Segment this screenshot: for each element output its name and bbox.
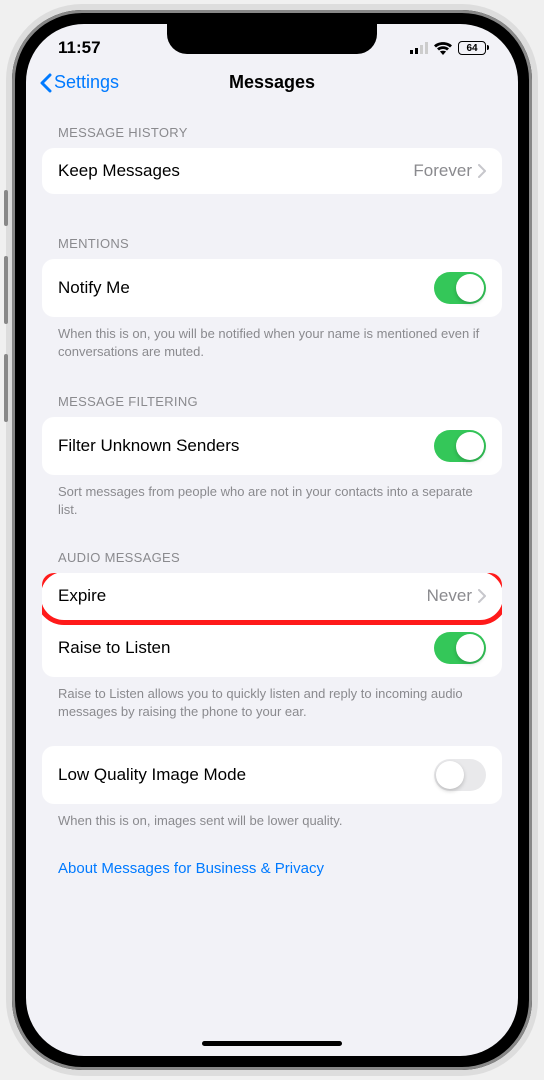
section-header-message-filtering: MESSAGE FILTERING <box>42 364 502 417</box>
settings-content[interactable]: MESSAGE HISTORY Keep Messages Forever ME… <box>26 105 518 905</box>
row-notify-me[interactable]: Notify Me <box>42 259 502 317</box>
group-audio-messages: Expire Never Raise to Listen <box>42 573 502 677</box>
back-button[interactable]: Settings <box>40 72 119 93</box>
row-raise-to-listen[interactable]: Raise to Listen <box>42 619 502 677</box>
about-link[interactable]: About Messages for Business & Privacy <box>42 834 502 885</box>
group-message-history: Keep Messages Forever <box>42 148 502 194</box>
home-indicator[interactable] <box>202 1041 342 1046</box>
low-quality-toggle[interactable] <box>434 759 486 791</box>
notify-me-label: Notify Me <box>58 278 130 298</box>
nav-bar: Settings Messages <box>26 62 518 105</box>
low-quality-footer: When this is on, images sent will be low… <box>42 804 502 834</box>
battery-icon: 64 <box>458 41 486 55</box>
group-message-filtering: Filter Unknown Senders <box>42 417 502 475</box>
audio-messages-footer: Raise to Listen allows you to quickly li… <box>42 677 502 724</box>
screen: 11:57 64 Settings Messages MESSAGE HISTO… <box>26 24 518 1056</box>
row-filter-unknown-senders[interactable]: Filter Unknown Senders <box>42 417 502 475</box>
group-mentions: Notify Me <box>42 259 502 317</box>
notify-me-toggle[interactable] <box>434 272 486 304</box>
back-label: Settings <box>54 72 119 93</box>
notch <box>167 24 377 54</box>
section-header-message-history: MESSAGE HISTORY <box>42 105 502 148</box>
page-title: Messages <box>229 72 315 93</box>
raise-to-listen-toggle[interactable] <box>434 632 486 664</box>
expire-value: Never <box>427 586 472 606</box>
section-header-audio-messages: AUDIO MESSAGES <box>42 522 502 573</box>
raise-to-listen-label: Raise to Listen <box>58 638 170 658</box>
filter-unknown-toggle[interactable] <box>434 430 486 462</box>
status-time: 11:57 <box>58 38 101 58</box>
wifi-icon <box>434 42 452 55</box>
mentions-footer: When this is on, you will be notified wh… <box>42 317 502 364</box>
low-quality-label: Low Quality Image Mode <box>58 765 246 785</box>
keep-messages-label: Keep Messages <box>58 161 180 181</box>
row-expire[interactable]: Expire Never <box>42 573 502 619</box>
cellular-icon <box>410 42 428 54</box>
row-keep-messages[interactable]: Keep Messages Forever <box>42 148 502 194</box>
chevron-right-icon <box>478 164 486 178</box>
phone-frame: 11:57 64 Settings Messages MESSAGE HISTO… <box>12 10 532 1070</box>
section-header-mentions: MENTIONS <box>42 194 502 259</box>
filter-unknown-label: Filter Unknown Senders <box>58 436 239 456</box>
group-low-quality: Low Quality Image Mode <box>42 746 502 804</box>
expire-label: Expire <box>58 586 106 606</box>
keep-messages-value: Forever <box>413 161 472 181</box>
side-buttons <box>4 190 8 422</box>
row-low-quality-image-mode[interactable]: Low Quality Image Mode <box>42 746 502 804</box>
message-filtering-footer: Sort messages from people who are not in… <box>42 475 502 522</box>
chevron-right-icon <box>478 589 486 603</box>
